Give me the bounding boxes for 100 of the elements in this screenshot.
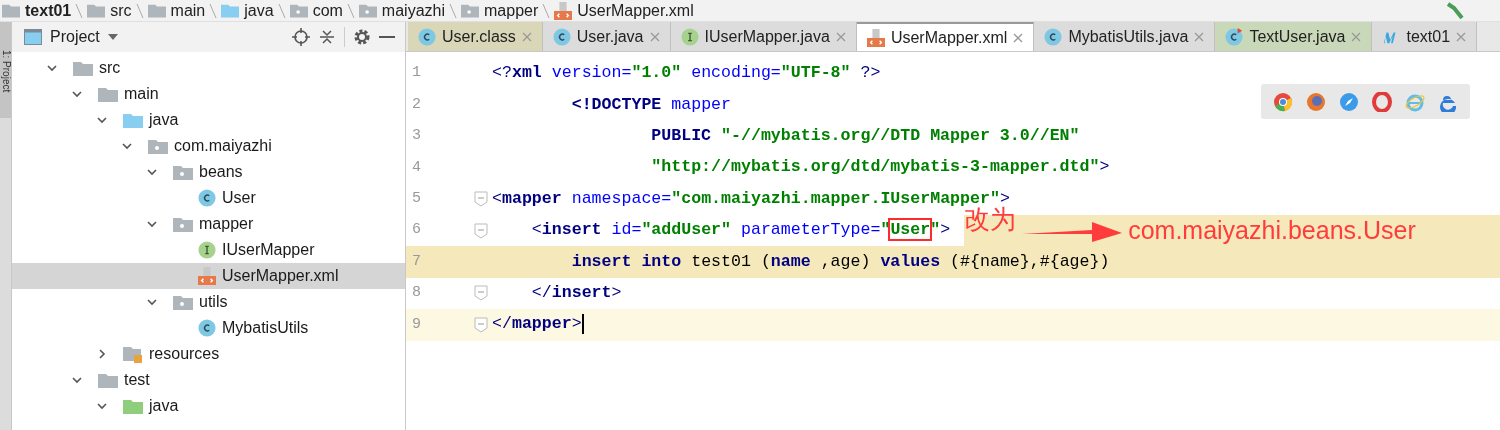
collapse-icon[interactable] — [318, 28, 336, 46]
dropdown-caret-icon[interactable] — [107, 34, 118, 40]
window-icon — [24, 29, 42, 45]
breadcrumb-item[interactable]: text01 — [25, 0, 72, 23]
tree-item[interactable]: MybatisUtils — [12, 315, 405, 341]
breadcrumb-item[interactable]: maiyazhi — [381, 0, 445, 23]
tree-item-label: mapper — [199, 214, 254, 234]
tree-item[interactable]: com.maiyazhi — [12, 133, 405, 159]
minimize-icon[interactable] — [379, 35, 395, 39]
close-icon[interactable] — [1194, 31, 1205, 42]
close-icon[interactable] — [1456, 31, 1467, 42]
tree-item[interactable]: beans — [12, 159, 405, 185]
tree-item[interactable]: mapper — [12, 211, 405, 237]
tree-item-label: MybatisUtils — [222, 318, 309, 338]
chevron-right-icon[interactable] — [96, 348, 108, 360]
compass-icon[interactable] — [1339, 91, 1359, 112]
tree-item[interactable]: main — [12, 81, 405, 107]
close-icon[interactable] — [835, 31, 846, 42]
tree-item-label: resources — [149, 344, 220, 364]
fold-marker-icon[interactable] — [474, 222, 488, 239]
text-cursor — [581, 314, 584, 334]
crosshair-icon[interactable] — [292, 28, 310, 46]
chevron-down-icon[interactable] — [146, 166, 158, 178]
class-icon — [1044, 27, 1063, 46]
close-icon[interactable] — [649, 31, 660, 42]
breadcrumb-separator-icon — [542, 2, 551, 19]
editor-tab[interactable]: IUserMapper.java — [670, 22, 857, 51]
chevron-down-icon[interactable] — [96, 114, 108, 126]
breadcrumb-separator-icon — [277, 2, 286, 19]
line-number: 7 — [411, 251, 422, 272]
chevron-down-icon[interactable] — [121, 140, 133, 152]
close-icon[interactable] — [1351, 31, 1362, 42]
fold-marker-icon[interactable] — [474, 316, 488, 333]
line-number: 6 — [411, 220, 422, 241]
fold-marker-icon[interactable] — [474, 191, 488, 208]
folder-icon — [98, 86, 118, 102]
line-number: 4 — [411, 157, 422, 178]
tree-item-label: java — [149, 396, 179, 416]
tree-item-label: test — [124, 370, 150, 390]
line-number: 9 — [411, 314, 422, 335]
tree-item-label: utils — [199, 292, 228, 312]
tree-item[interactable]: utils — [12, 289, 405, 315]
panel-title[interactable]: Project — [50, 25, 100, 49]
folder-icon — [73, 60, 93, 76]
chevron-down-icon[interactable] — [146, 218, 158, 230]
folder-icon — [123, 112, 143, 128]
tree-item[interactable]: resources — [12, 341, 405, 367]
folder-icon — [221, 3, 240, 18]
breadcrumb-item[interactable]: mapper — [484, 0, 539, 23]
class-icon — [198, 319, 216, 337]
folder-icon — [123, 398, 143, 414]
folder-icon — [173, 164, 193, 180]
chrome-browser-icon[interactable] — [1273, 91, 1293, 112]
code-line: insert into test01 (name ,age) values (#{name},#{age}) — [570, 250, 1110, 273]
class-icon — [552, 27, 571, 46]
tree-item-label: java — [149, 110, 179, 130]
tree-item-label: User — [222, 188, 256, 208]
folder-icon — [87, 3, 106, 18]
breadcrumb-separator-icon — [135, 2, 144, 19]
editor-tab[interactable]: text01 — [1372, 22, 1478, 51]
tree-item[interactable]: User — [12, 185, 405, 211]
tree-item[interactable]: UserMapper.xml — [12, 263, 405, 289]
tree-item[interactable]: java — [12, 107, 405, 133]
chevron-down-icon[interactable] — [71, 374, 83, 386]
chevron-down-icon[interactable] — [146, 296, 158, 308]
class-icon — [198, 189, 216, 207]
code-line: PUBLIC "-//mybatis.org//DTD Mapper 3.0//EN" — [650, 125, 1080, 148]
tree-item[interactable]: java — [12, 393, 405, 419]
interface-icon — [198, 241, 216, 259]
firefox-browser-icon[interactable] — [1306, 91, 1326, 112]
resources-folder-icon — [123, 344, 143, 364]
code-line: "http://mybatis.org/dtd/mybatis-3-mapper.dtd"> — [650, 156, 1110, 179]
line-number: 5 — [411, 189, 422, 209]
opera-browser-icon[interactable] — [1372, 91, 1392, 112]
editor-tab[interactable]: UserMapper.xml — [856, 22, 1035, 51]
breadcrumb-separator-icon — [75, 2, 84, 19]
close-icon[interactable] — [1013, 32, 1024, 43]
chevron-down-icon[interactable] — [71, 88, 83, 100]
tree-item[interactable]: IUserMapper — [12, 237, 405, 263]
editor-tab[interactable]: TextUser.java — [1215, 22, 1373, 51]
xml-file-icon — [554, 1, 573, 20]
breadcrumb-item[interactable]: UserMapper.xml — [577, 0, 694, 23]
folder-icon — [289, 3, 308, 18]
tree-item[interactable]: test — [12, 367, 405, 393]
interface-icon — [680, 27, 699, 46]
fold-marker-icon[interactable] — [474, 285, 488, 302]
close-icon[interactable] — [521, 31, 532, 42]
code-line: <!DOCTYPE mapper — [570, 93, 731, 116]
chevron-down-icon[interactable] — [46, 62, 58, 74]
chevron-down-icon[interactable] — [96, 400, 108, 412]
breadcrumb-item[interactable]: main — [170, 0, 206, 23]
settings-icon[interactable] — [353, 28, 371, 46]
breadcrumb-item[interactable]: com — [312, 0, 343, 23]
tree-item[interactable]: src — [12, 55, 405, 81]
breadcrumb-item[interactable]: src — [110, 0, 132, 23]
editor-tab[interactable]: User.java — [542, 22, 671, 51]
editor-tab[interactable]: User.class — [408, 22, 543, 51]
editor-tab[interactable]: MybatisUtils.java — [1034, 22, 1216, 51]
breadcrumb-item[interactable]: java — [244, 0, 274, 23]
folder-icon — [148, 138, 168, 154]
